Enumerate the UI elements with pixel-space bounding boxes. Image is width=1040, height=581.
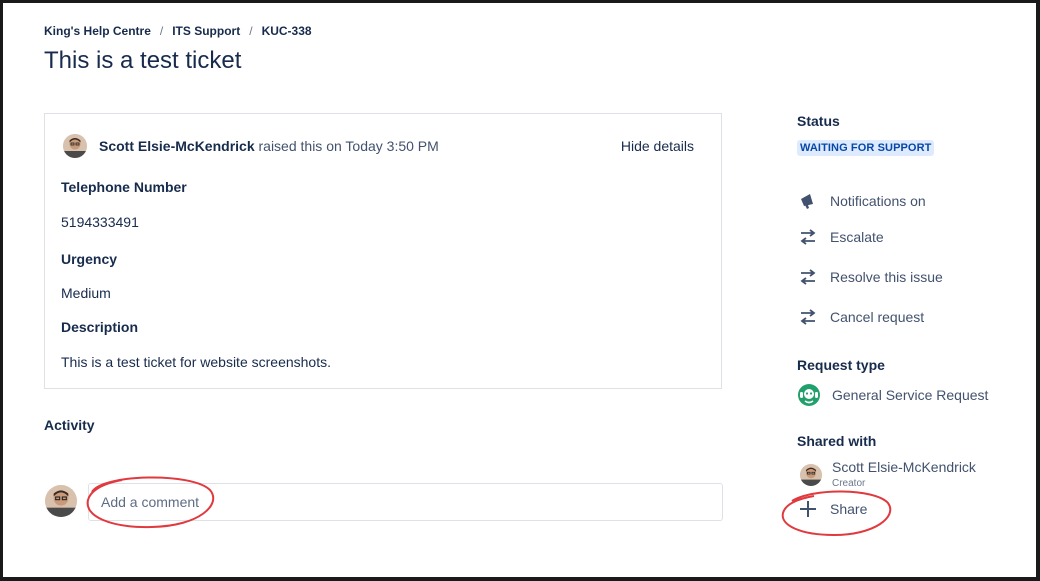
shared-person-role: Creator <box>832 478 866 489</box>
reporter-line: Scott Elsie-McKendrick raised this on To… <box>99 138 439 154</box>
field-label-telephone: Telephone Number <box>61 179 187 195</box>
request-details-card: Scott Elsie-McKendrick raised this on To… <box>44 113 722 389</box>
transition-icon <box>797 306 819 328</box>
field-value-telephone: 5194333491 <box>61 214 139 230</box>
breadcrumb-separator: / <box>159 24 164 38</box>
current-user-avatar <box>45 485 77 517</box>
field-label-urgency: Urgency <box>61 251 118 267</box>
comment-placeholder: Add a comment <box>101 494 200 510</box>
transition-icon <box>797 226 819 248</box>
shared-with-heading: Shared with <box>797 433 877 449</box>
megaphone-icon <box>797 190 819 212</box>
status-heading: Status <box>797 113 840 129</box>
share-button[interactable]: Share <box>797 498 867 520</box>
notifications-label: Notifications on <box>830 193 926 209</box>
request-type-label: General Service Request <box>832 387 989 403</box>
breadcrumb-help-centre[interactable]: King's Help Centre <box>44 24 151 38</box>
escalate-label: Escalate <box>830 229 884 245</box>
escalate-action[interactable]: Escalate <box>797 226 884 248</box>
plus-icon <box>797 498 819 520</box>
cancel-request-label: Cancel request <box>830 309 925 325</box>
page-title: This is a test ticket <box>44 47 242 74</box>
breadcrumb: King's Help Centre / ITS Support / KUC-3… <box>44 24 312 38</box>
activity-heading: Activity <box>44 417 95 433</box>
shared-person-name: Scott Elsie-McKendrick <box>832 459 976 475</box>
hide-details-link[interactable]: Hide details <box>621 138 694 154</box>
notifications-toggle[interactable]: Notifications on <box>797 190 926 212</box>
status-badge: WAITING FOR SUPPORT <box>797 140 935 156</box>
field-label-description: Description <box>61 319 139 335</box>
breadcrumb-separator: / <box>249 24 253 38</box>
reporter-avatar[interactable] <box>63 134 87 158</box>
breadcrumb-issue-key[interactable]: KUC-338 <box>262 24 312 38</box>
field-value-urgency: Medium <box>61 285 111 301</box>
request-type-icon <box>797 383 821 407</box>
request-type-heading: Request type <box>797 357 885 373</box>
transition-icon <box>797 266 819 288</box>
shared-person-avatar <box>800 464 822 486</box>
raised-text: raised this on Today 3:50 PM <box>258 138 439 154</box>
request-type: General Service Request <box>797 383 988 407</box>
cancel-request-action[interactable]: Cancel request <box>797 306 924 328</box>
resolve-label: Resolve this issue <box>830 269 943 285</box>
share-label: Share <box>830 501 868 517</box>
reporter-name: Scott Elsie-McKendrick <box>99 138 255 154</box>
add-comment-input[interactable]: Add a comment <box>88 483 723 521</box>
field-value-description: This is a test ticket for website screen… <box>61 354 331 370</box>
resolve-action[interactable]: Resolve this issue <box>797 266 943 288</box>
breadcrumb-its-support[interactable]: ITS Support <box>172 24 240 38</box>
